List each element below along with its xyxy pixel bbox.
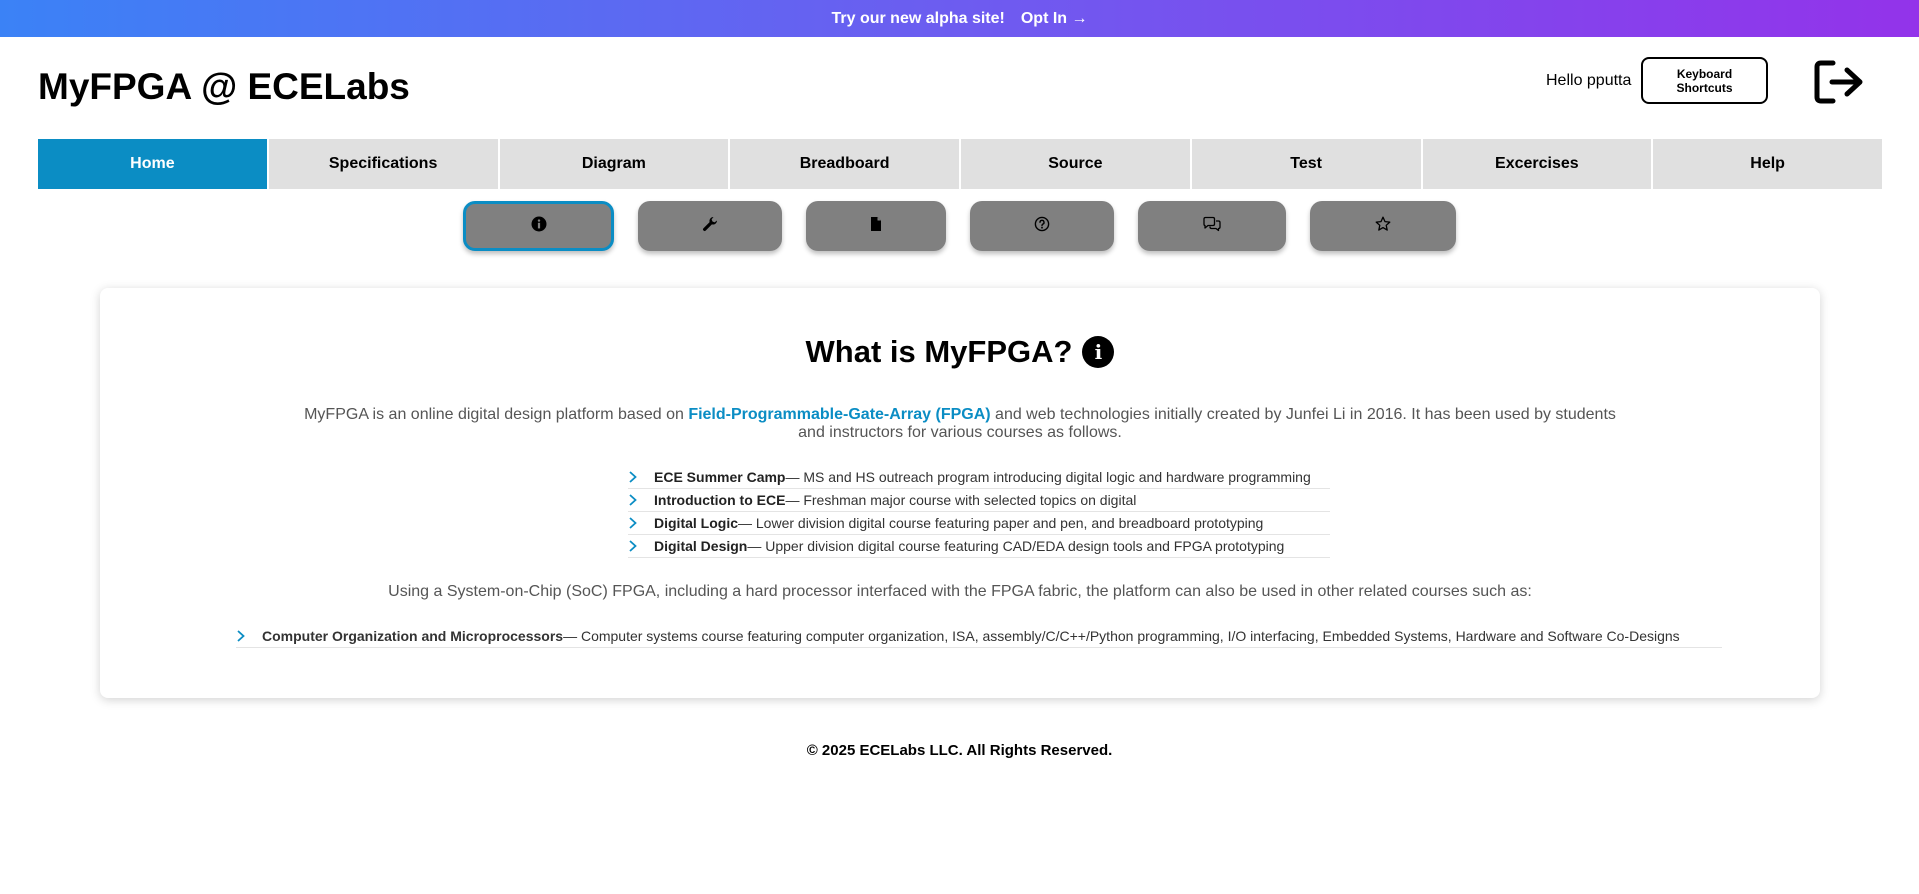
course-name: ECE Summer Camp <box>654 469 786 485</box>
course-name: Computer Organization and Microprocessor… <box>262 628 564 644</box>
site-header: MyFPGA @ ECELabs Hello pputta Keyboard S… <box>38 57 1919 120</box>
opt-in-link[interactable]: Opt In → <box>1021 10 1088 28</box>
star-icon <box>1375 216 1391 237</box>
tab-specifications[interactable]: Specifications <box>268 139 498 189</box>
about-card: What is MyFPGA? i MyFPGA is an online di… <box>100 288 1820 698</box>
list-item: Digital Logic — Lower division digital co… <box>628 512 1330 535</box>
about-title: What is MyFPGA? <box>805 334 1073 369</box>
question-icon <box>1034 216 1050 237</box>
course-desc: — Computer systems course featuring comp… <box>563 628 1680 644</box>
banner-text: Try our new alpha site! <box>831 9 1005 27</box>
course-desc: — MS and HS outreach program introducing… <box>785 469 1311 485</box>
course-name: Digital Design <box>654 538 748 554</box>
info-icon: i <box>1082 336 1115 368</box>
course-name: Digital Logic <box>654 515 738 531</box>
list-item: Digital Design — Upper division digital c… <box>628 535 1330 558</box>
tab-home[interactable]: Home <box>38 139 267 189</box>
info-section-button[interactable] <box>463 201 614 251</box>
course-name: Introduction to ECE <box>654 492 786 508</box>
document-icon <box>868 216 884 237</box>
list-item: Introduction to ECE — Freshman major cour… <box>628 489 1330 512</box>
footer-copyright: © 2025 ECELabs LLC. All Rights Reserved. <box>806 742 1113 759</box>
chat-icon <box>1202 216 1222 237</box>
help-section-button[interactable] <box>970 201 1114 251</box>
source-section-button[interactable] <box>806 201 946 251</box>
favorites-section-button[interactable] <box>1310 201 1456 251</box>
list-item: ECE Summer Camp — MS and HS outreach prog… <box>628 466 1330 489</box>
fpga-link[interactable]: Field-Programmable-Gate-Array (FPGA) <box>688 406 990 423</box>
chevron-right-icon <box>628 494 654 506</box>
tab-breadboard[interactable]: Breadboard <box>730 139 959 189</box>
course-desc: — Freshman major course with selected to… <box>785 492 1137 508</box>
logout-icon[interactable] <box>1813 58 1867 106</box>
chevron-right-icon <box>628 471 654 483</box>
chevron-right-icon <box>628 540 654 552</box>
user-greeting: Hello pputta <box>1546 72 1632 89</box>
tab-excercises[interactable]: Excercises <box>1422 139 1652 189</box>
info-icon <box>531 216 547 237</box>
course-desc: — Lower division digital course featurin… <box>738 515 1264 531</box>
list-item: Computer Organization and Microprocessor… <box>236 625 1722 648</box>
specs-section-button[interactable] <box>638 201 782 251</box>
tab-source[interactable]: Source <box>961 139 1190 189</box>
tab-test[interactable]: Test <box>1191 139 1421 189</box>
keyboard-shortcuts-button[interactable]: Keyboard Shortcuts <box>1641 57 1768 104</box>
intro-paragraph: MyFPGA is an online digital design platf… <box>300 406 1620 442</box>
chat-section-button[interactable] <box>1138 201 1286 251</box>
soc-paragraph: Using a System-on-Chip (SoC) FPGA, inclu… <box>388 583 1532 600</box>
tab-help[interactable]: Help <box>1653 139 1882 189</box>
intro-text: MyFPGA is an online digital design platf… <box>304 406 689 423</box>
about-heading: What is MyFPGA? i <box>100 334 1820 370</box>
course-list: ECE Summer Camp — MS and HS outreach prog… <box>628 466 1330 558</box>
chevron-right-icon <box>236 630 262 642</box>
section-toolbar <box>0 201 1919 253</box>
course-desc: — Upper division digital course featurin… <box>747 538 1285 554</box>
main-nav: Home Specifications Diagram Breadboard S… <box>38 139 1882 189</box>
other-course-list: Computer Organization and Microprocessor… <box>236 625 1722 648</box>
promo-banner: Try our new alpha site! Opt In → <box>0 0 1919 37</box>
tab-diagram[interactable]: Diagram <box>499 139 729 189</box>
site-title: MyFPGA @ ECELabs <box>38 66 410 107</box>
chevron-right-icon <box>628 517 654 529</box>
wrench-icon <box>702 216 718 237</box>
